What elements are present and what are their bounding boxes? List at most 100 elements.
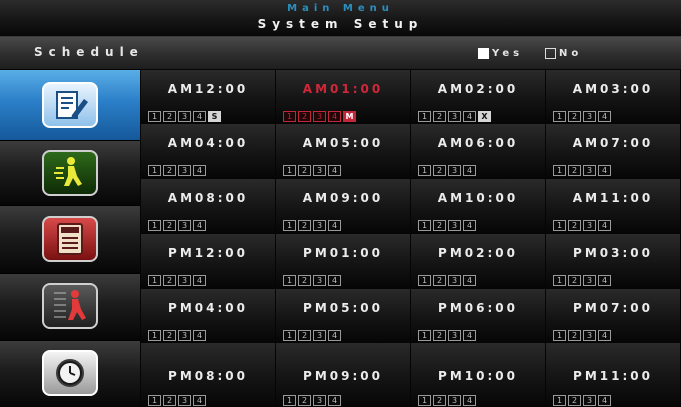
channel-checkbox[interactable]: 2: [433, 275, 446, 286]
channel-checkbox[interactable]: 1: [283, 220, 296, 231]
schedule-slot[interactable]: AM11:00 1 2 3 4: [546, 179, 680, 233]
channel-checkbox[interactable]: 2: [568, 330, 581, 341]
channel-checkbox[interactable]: 4: [328, 111, 341, 122]
channel-checkbox[interactable]: 4: [328, 220, 341, 231]
channel-checkbox[interactable]: 2: [568, 220, 581, 231]
schedule-slot[interactable]: AM01:00 1 2 3 4 M: [276, 70, 410, 123]
channel-checkbox[interactable]: 1: [418, 275, 431, 286]
channel-checkbox[interactable]: 4: [598, 395, 611, 406]
schedule-slot[interactable]: AM12:00 1 2 3 4 S: [141, 70, 275, 123]
schedule-slot[interactable]: PM12:00 1 2 3 4: [141, 234, 275, 288]
schedule-slot[interactable]: PM05:00 1 2 3 4: [276, 289, 410, 342]
schedule-slot[interactable]: AM07:00 1 2 3 4: [546, 124, 680, 178]
channel-checkbox[interactable]: 4: [328, 275, 341, 286]
yes-checkbox[interactable]: [478, 47, 489, 59]
sidebar-item-clock[interactable]: [0, 341, 140, 407]
channel-checkbox[interactable]: 4: [193, 220, 206, 231]
channel-checkbox[interactable]: 2: [163, 220, 176, 231]
schedule-slot[interactable]: AM05:00 1 2 3 4: [276, 124, 410, 178]
schedule-slot[interactable]: PM01:00 1 2 3 4: [276, 234, 410, 288]
channel-checkbox[interactable]: 2: [298, 330, 311, 341]
channel-checkbox[interactable]: 1: [553, 220, 566, 231]
channel-checkbox[interactable]: 4: [598, 111, 611, 122]
sidebar-item-schedule[interactable]: [0, 70, 140, 141]
channel-checkbox[interactable]: 3: [313, 165, 326, 176]
channel-checkbox[interactable]: 3: [178, 220, 191, 231]
channel-checkbox[interactable]: 4: [193, 330, 206, 341]
channel-checkbox[interactable]: 1: [553, 165, 566, 176]
channel-checkbox[interactable]: 1: [418, 395, 431, 406]
channel-checkbox[interactable]: 2: [163, 111, 176, 122]
channel-checkbox[interactable]: 2: [298, 165, 311, 176]
channel-checkbox[interactable]: 3: [313, 111, 326, 122]
channel-checkbox[interactable]: 2: [163, 330, 176, 341]
channel-checkbox[interactable]: 4: [328, 395, 341, 406]
channel-checkbox[interactable]: 3: [313, 395, 326, 406]
channel-checkbox[interactable]: 1: [148, 275, 161, 286]
sidebar-item-storage[interactable]: [0, 206, 140, 274]
channel-checkbox[interactable]: 1: [283, 330, 296, 341]
channel-checkbox[interactable]: 1: [148, 111, 161, 122]
channel-checkbox[interactable]: 3: [178, 275, 191, 286]
channel-checkbox[interactable]: 3: [583, 220, 596, 231]
schedule-slot[interactable]: AM04:00 1 2 3 4: [141, 124, 275, 178]
channel-checkbox[interactable]: 2: [163, 275, 176, 286]
channel-checkbox[interactable]: 1: [283, 275, 296, 286]
channel-checkbox[interactable]: 4: [193, 165, 206, 176]
channel-checkbox[interactable]: 3: [178, 330, 191, 341]
schedule-slot[interactable]: PM11:00 1 2 3 4: [546, 343, 680, 407]
channel-checkbox[interactable]: 3: [448, 330, 461, 341]
channel-checkbox[interactable]: 4: [463, 165, 476, 176]
channel-checkbox[interactable]: 1: [148, 330, 161, 341]
channel-checkbox[interactable]: 4: [193, 395, 206, 406]
channel-checkbox[interactable]: 3: [583, 395, 596, 406]
channel-checkbox[interactable]: 1: [283, 165, 296, 176]
channel-checkbox[interactable]: 3: [178, 111, 191, 122]
channel-checkbox[interactable]: 1: [148, 395, 161, 406]
channel-checkbox[interactable]: 2: [163, 395, 176, 406]
record-mode-badge[interactable]: S: [208, 111, 221, 122]
channel-checkbox[interactable]: 1: [418, 330, 431, 341]
schedule-slot[interactable]: PM04:00 1 2 3 4: [141, 289, 275, 342]
channel-checkbox[interactable]: 4: [598, 165, 611, 176]
schedule-slot[interactable]: PM02:00 1 2 3 4: [411, 234, 545, 288]
schedule-yes-option[interactable]: Yes: [478, 46, 523, 60]
channel-checkbox[interactable]: 3: [448, 220, 461, 231]
channel-checkbox[interactable]: 1: [148, 220, 161, 231]
channel-checkbox[interactable]: 2: [433, 165, 446, 176]
schedule-slot[interactable]: PM03:00 1 2 3 4: [546, 234, 680, 288]
record-mode-badge[interactable]: X: [478, 111, 491, 122]
channel-checkbox[interactable]: 4: [328, 330, 341, 341]
channel-checkbox[interactable]: 1: [283, 395, 296, 406]
schedule-no-option[interactable]: No: [545, 46, 582, 60]
channel-checkbox[interactable]: 2: [433, 220, 446, 231]
channel-checkbox[interactable]: 2: [433, 395, 446, 406]
channel-checkbox[interactable]: 2: [568, 275, 581, 286]
channel-checkbox[interactable]: 3: [448, 275, 461, 286]
channel-checkbox[interactable]: 1: [418, 165, 431, 176]
channel-checkbox[interactable]: 3: [448, 111, 461, 122]
channel-checkbox[interactable]: 1: [553, 395, 566, 406]
channel-checkbox[interactable]: 1: [148, 165, 161, 176]
channel-checkbox[interactable]: 2: [298, 220, 311, 231]
schedule-slot[interactable]: PM10:00 1 2 3 4: [411, 343, 545, 407]
schedule-slot[interactable]: AM06:00 1 2 3 4: [411, 124, 545, 178]
channel-checkbox[interactable]: 4: [328, 165, 341, 176]
channel-checkbox[interactable]: 1: [553, 275, 566, 286]
channel-checkbox[interactable]: 2: [568, 395, 581, 406]
channel-checkbox[interactable]: 4: [598, 330, 611, 341]
channel-checkbox[interactable]: 3: [178, 395, 191, 406]
channel-checkbox[interactable]: 4: [463, 395, 476, 406]
schedule-slot[interactable]: PM07:00 1 2 3 4: [546, 289, 680, 342]
channel-checkbox[interactable]: 1: [553, 111, 566, 122]
channel-checkbox[interactable]: 2: [163, 165, 176, 176]
channel-checkbox[interactable]: 4: [463, 220, 476, 231]
channel-checkbox[interactable]: 2: [568, 111, 581, 122]
channel-checkbox[interactable]: 3: [583, 330, 596, 341]
channel-checkbox[interactable]: 3: [583, 275, 596, 286]
channel-checkbox[interactable]: 4: [598, 275, 611, 286]
channel-checkbox[interactable]: 1: [418, 111, 431, 122]
sidebar-item-alarm[interactable]: [0, 274, 140, 341]
record-mode-badge[interactable]: M: [343, 111, 356, 122]
channel-checkbox[interactable]: 4: [193, 275, 206, 286]
